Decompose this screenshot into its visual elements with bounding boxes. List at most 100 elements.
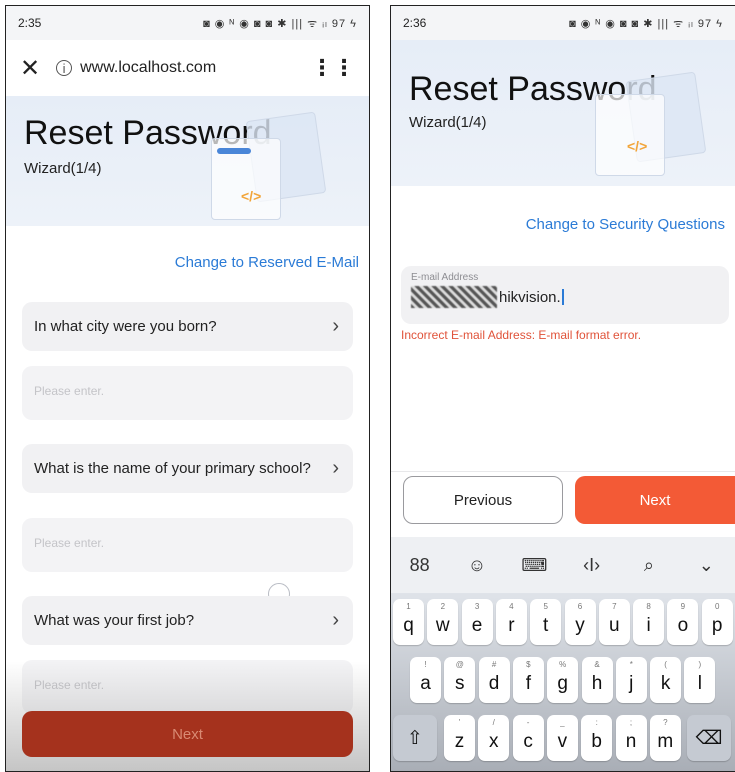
key-hint: 8 <box>646 602 651 611</box>
answer-3-input[interactable]: Please enter. <box>22 660 353 714</box>
key-label: y <box>575 615 585 636</box>
key-hint: / <box>492 718 495 727</box>
key-label: z <box>454 731 465 752</box>
page-header: Reset Password Wizard(1/4) </> <box>6 96 369 226</box>
key-label: c <box>523 731 533 752</box>
key-c[interactable]: -c <box>512 715 544 761</box>
code-document-illustration: </> <box>211 111 341 221</box>
soft-keyboard: 1q2w3e4r5t6y7u8i9o0p ! a @ s # d $ f% g & h * j(k) l … <box>391 593 735 771</box>
keyboard-icon[interactable]: ⌨ <box>519 555 549 576</box>
next-button[interactable]: Next <box>22 711 353 757</box>
key-hint: ) <box>698 660 702 669</box>
key-hint: 6 <box>577 602 583 611</box>
key-g[interactable]: % g <box>547 657 579 703</box>
next-button[interactable]: Next <box>575 476 735 524</box>
email-form: Change to Security Questions E-mail Addr… <box>391 186 735 471</box>
key-x[interactable]: / x <box>478 715 510 761</box>
key-o[interactable]: 9o <box>667 599 699 645</box>
key-y[interactable]: 6y <box>564 599 596 645</box>
key-label: s <box>455 673 465 694</box>
key-r[interactable]: 4r <box>495 599 527 645</box>
question-2-select[interactable]: What is the name of your primary school?… <box>22 444 353 493</box>
url-text[interactable]: www.localhost.com <box>80 59 311 77</box>
key-e[interactable]: 3e <box>461 599 493 645</box>
status-time: 2:36 <box>403 16 427 30</box>
key-label: i <box>646 615 651 636</box>
status-icons: ◙ ◉ ᴺ ◉ ◙ ◙ ✱ ||| ᯤ ᵢₗ 97 ϟ <box>569 17 723 30</box>
question-2-text: What is the name of your primary school? <box>34 460 311 477</box>
key-hint: _ <box>560 718 565 727</box>
key-hint: 5 <box>543 602 548 611</box>
close-icon[interactable]: ✕ <box>20 54 40 83</box>
key-s[interactable]: @ s <box>444 657 476 703</box>
question-1-select[interactable]: In what city were you born? › <box>22 302 353 351</box>
key-label: l <box>697 673 702 694</box>
question-3-select[interactable]: What was your first job? › <box>22 596 353 645</box>
key-i[interactable]: 8i <box>633 599 665 645</box>
key-t[interactable]: 5t <box>530 599 562 645</box>
key-a[interactable]: ! a <box>410 657 441 703</box>
email-error-message: Incorrect E-mail Address: E-mail format … <box>401 328 642 342</box>
email-field[interactable]: E-mail Address hikvision. <box>401 266 729 324</box>
key-n[interactable]: ; n <box>615 715 647 761</box>
key-hint: @ <box>455 660 464 669</box>
key-b[interactable]: :b <box>581 715 613 761</box>
email-field-label: E-mail Address <box>411 272 479 283</box>
menu-icon[interactable]: ⋮⋮ <box>311 55 355 81</box>
key-label: x <box>489 731 499 752</box>
info-icon[interactable]: i <box>56 60 73 76</box>
key-hint: - <box>526 718 530 727</box>
key-hint: & <box>594 660 600 669</box>
collapse-keyboard-icon[interactable]: ⌄ <box>691 555 721 576</box>
page-header: Reset Password Wizard(1/4) </> <box>391 40 735 186</box>
search-icon[interactable]: ⌕ <box>634 555 664 576</box>
key-j[interactable]: * j <box>615 657 647 703</box>
key-hint: ? <box>663 718 668 727</box>
email-value: hikvision. <box>499 288 561 306</box>
status-icons: ◙ ◉ ᴺ ◉ ◙ ◙ ✱ ||| ᯤ ᵢₗ 97 ϟ <box>203 17 357 30</box>
key-k[interactable]: (k <box>650 657 682 703</box>
key-label: v <box>557 731 568 752</box>
key-label: d <box>488 673 500 694</box>
shift-key[interactable]: ⇧ <box>393 715 437 761</box>
chevron-right-icon: › <box>332 457 339 479</box>
key-h[interactable]: & h <box>581 657 613 703</box>
change-to-reserved-email-link[interactable]: Change to Reserved E-Mail <box>175 254 359 271</box>
key-label: a <box>420 673 431 694</box>
key-hint: 2 <box>440 602 446 611</box>
cursor-move-icon[interactable]: ‹I› <box>577 555 607 576</box>
key-label: t <box>543 615 549 636</box>
right-phone-screen: 2:36 ◙ ◉ ᴺ ◉ ◙ ◙ ✱ ||| ᯤ ᵢₗ 97 ϟ Reset P… <box>390 5 735 772</box>
key-label: g <box>557 673 568 694</box>
key-hint: 0 <box>714 602 720 611</box>
status-bar: 2:36 ◙ ◉ ᴺ ◉ ◙ ◙ ✱ ||| ᯤ ᵢₗ 97 ϟ <box>391 6 735 40</box>
emoji-icon[interactable]: ☺ <box>462 555 492 576</box>
keyboard-toolbar: 88 ☺ ⌨ ‹I› ⌕ ⌄ <box>391 537 735 593</box>
key-p[interactable]: 0p <box>701 599 733 645</box>
key-f[interactable]: $ f <box>512 657 544 703</box>
key-u[interactable]: 7u <box>598 599 630 645</box>
key-v[interactable]: _ v <box>546 715 578 761</box>
key-q[interactable]: 1q <box>393 599 424 645</box>
previous-button[interactable]: Previous <box>403 476 563 524</box>
key-hint: 7 <box>612 602 617 611</box>
key-hint: : <box>595 718 598 727</box>
left-phone-screen: 2:35 ◙ ◉ ᴺ ◉ ◙ ◙ ✱ ||| ᯤ ᵢₗ 97 ϟ ✕ i www… <box>5 5 370 772</box>
question-3-text: What was your first job? <box>34 612 195 629</box>
backspace-key[interactable]: ⌫ <box>687 715 731 761</box>
key-z[interactable]: ' z <box>444 715 475 761</box>
answer-2-input[interactable]: Please enter. <box>22 518 353 572</box>
apps-grid-icon[interactable]: 88 <box>405 555 435 576</box>
key-hint: * <box>629 660 633 669</box>
key-label: j <box>629 673 634 694</box>
key-m[interactable]: ? m <box>649 715 681 761</box>
change-to-security-questions-link[interactable]: Change to Security Questions <box>526 216 725 233</box>
key-d[interactable]: # d <box>478 657 510 703</box>
key-hint: # <box>491 660 497 669</box>
key-w[interactable]: 2w <box>427 599 459 645</box>
key-l[interactable]: ) l <box>684 657 716 703</box>
answer-1-input[interactable]: Please enter. <box>22 366 353 420</box>
redacted-text <box>411 286 497 308</box>
key-label: m <box>657 731 674 752</box>
question-1-text: In what city were you born? <box>34 318 217 335</box>
